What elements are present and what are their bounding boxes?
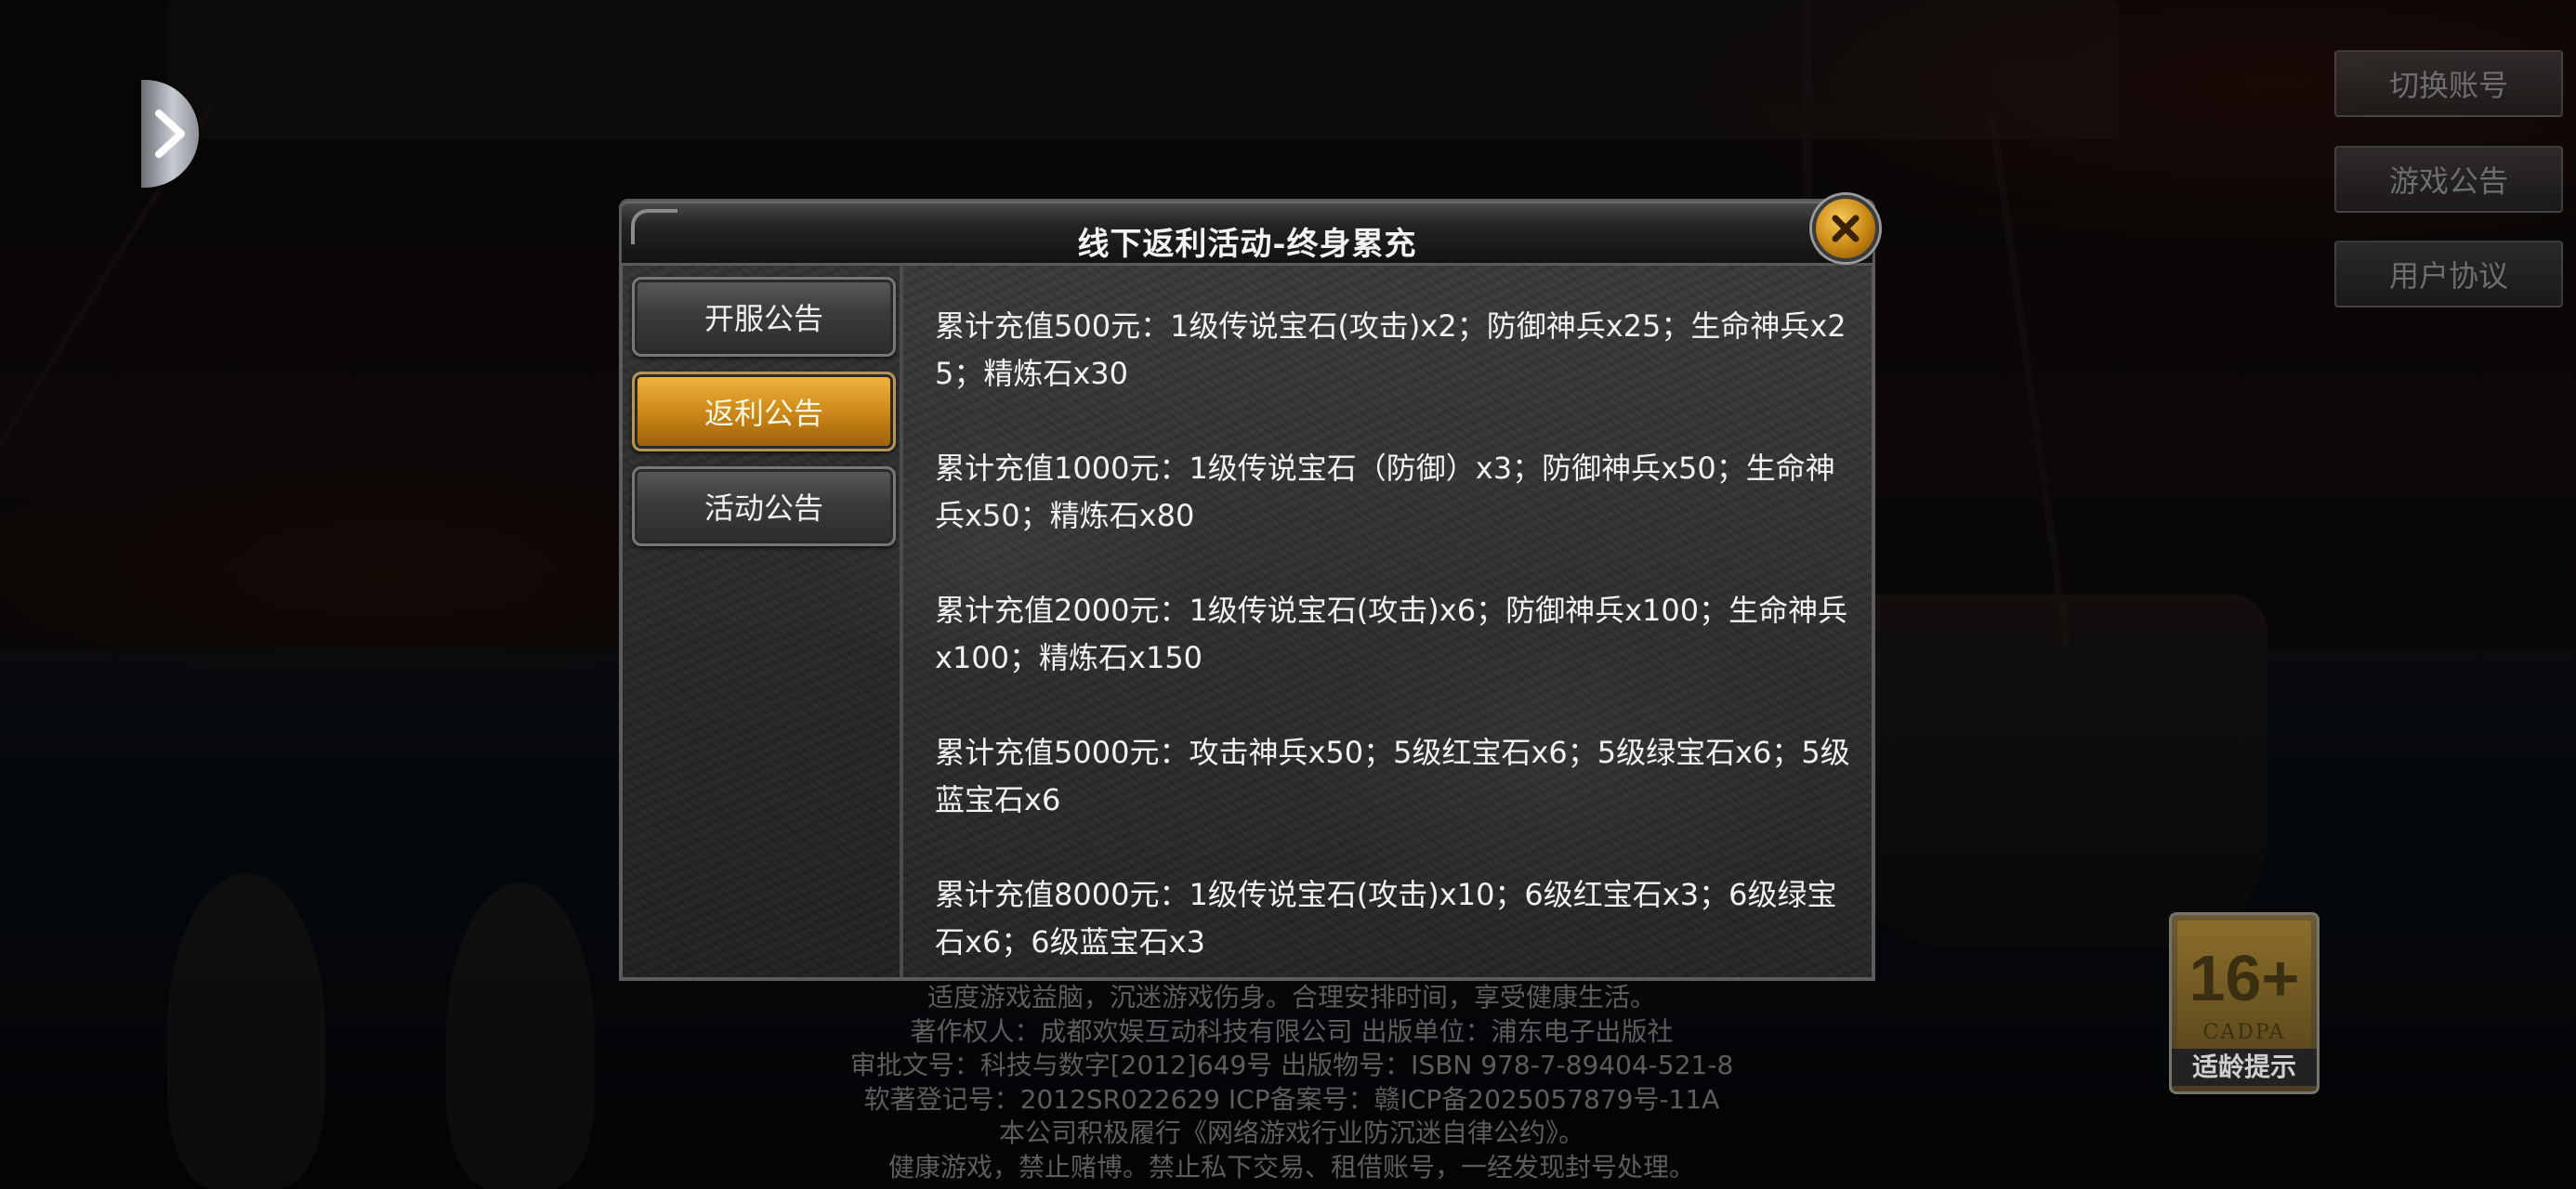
chevron-right-icon [155,110,185,158]
dialog-body: 开服公告 返利公告 活动公告 累计充值500元：1级传说宝石(攻击)x2；防御神… [619,266,1875,981]
footer-line: 审批文号：科技与数字[2012]649号 出版物号：ISBN 978-7-894… [849,1050,1734,1080]
dialog-titlebar: 线下返利活动-终身累充 [619,199,1875,266]
footer-line: 著作权人：成都欢娱互动科技有限公司 出版单位：浦东电子出版社 [910,1015,1674,1047]
age-rating-number: 16+ [2188,942,2300,1014]
tab-sidebar: 开服公告 返利公告 活动公告 [623,266,903,977]
footer-line: 软著登记号：2012SR022629 ICP备案号：赣ICP备202505787… [863,1083,1720,1115]
reward-entry: 累计充值2000元：1级传说宝石(攻击)x6；防御神兵x100；生命神兵x100… [935,593,1848,675]
tab-rebate[interactable]: 返利公告 [632,372,896,451]
game-screen: 切换账号 游戏公告 用户协议 线下返利活动-终身累充 开服公告 返利公告 活动公… [0,0,2576,1189]
age-rating-panel: 16+ CADPA [2177,921,2311,1051]
footer-line: 适度游戏益脑，沉迷游戏伤身。合理安排时间，享受健康生活。 [927,982,1656,1013]
legal-footer: 适度游戏益脑，沉迷游戏伤身。合理安排时间，享受健康生活。 著作权人：成都欢娱互动… [799,981,1784,1184]
reward-entry: 累计充值500元：1级传说宝石(攻击)x2；防御神兵x25；生命神兵x25；精炼… [935,308,1847,391]
tab-server-opening[interactable]: 开服公告 [632,277,896,357]
age-rating-label: 适龄提示 [2172,1049,2317,1086]
dialog-title: 线下返利活动-终身累充 [1077,226,1417,263]
user-agreement-button[interactable]: 用户协议 [2334,241,2563,307]
age-rating-org: CADPA [2202,1021,2286,1044]
footer-line: 健康游戏，禁止赌博。禁止私下交易、租借账号，一经发现封号处理。 [887,1151,1695,1182]
footer-line: 本公司积极履行《网络游戏行业防沉迷自律公约》。 [998,1117,1584,1148]
reward-entry: 累计充值1000元：1级传说宝石（防御）x3；防御神兵x50；生命神兵x50；精… [935,451,1835,533]
reward-entry: 累计充值8000元：1级传说宝石(攻击)x10；6级红宝石x3；6级绿宝石x6；… [935,877,1837,960]
game-notice-button[interactable]: 游戏公告 [2334,146,2563,213]
age-rating-badge[interactable]: 16+ CADPA 适龄提示 [2169,912,2320,1094]
tab-event[interactable]: 活动公告 [632,466,896,546]
switch-account-button[interactable]: 切换账号 [2334,50,2563,117]
close-button[interactable] [1812,195,1879,262]
close-icon [1832,215,1860,242]
announcement-content[interactable]: 累计充值500元：1级传说宝石(攻击)x2；防御神兵x25；生命神兵x25；精炼… [935,303,1855,968]
reward-entry: 累计充值5000元：攻击神兵x50；5级红宝石x6；5级绿宝石x6；5级蓝宝石x… [935,735,1850,817]
announcement-dialog: 线下返利活动-终身累充 开服公告 返利公告 活动公告 累计充值500元：1级传说… [619,195,1879,981]
